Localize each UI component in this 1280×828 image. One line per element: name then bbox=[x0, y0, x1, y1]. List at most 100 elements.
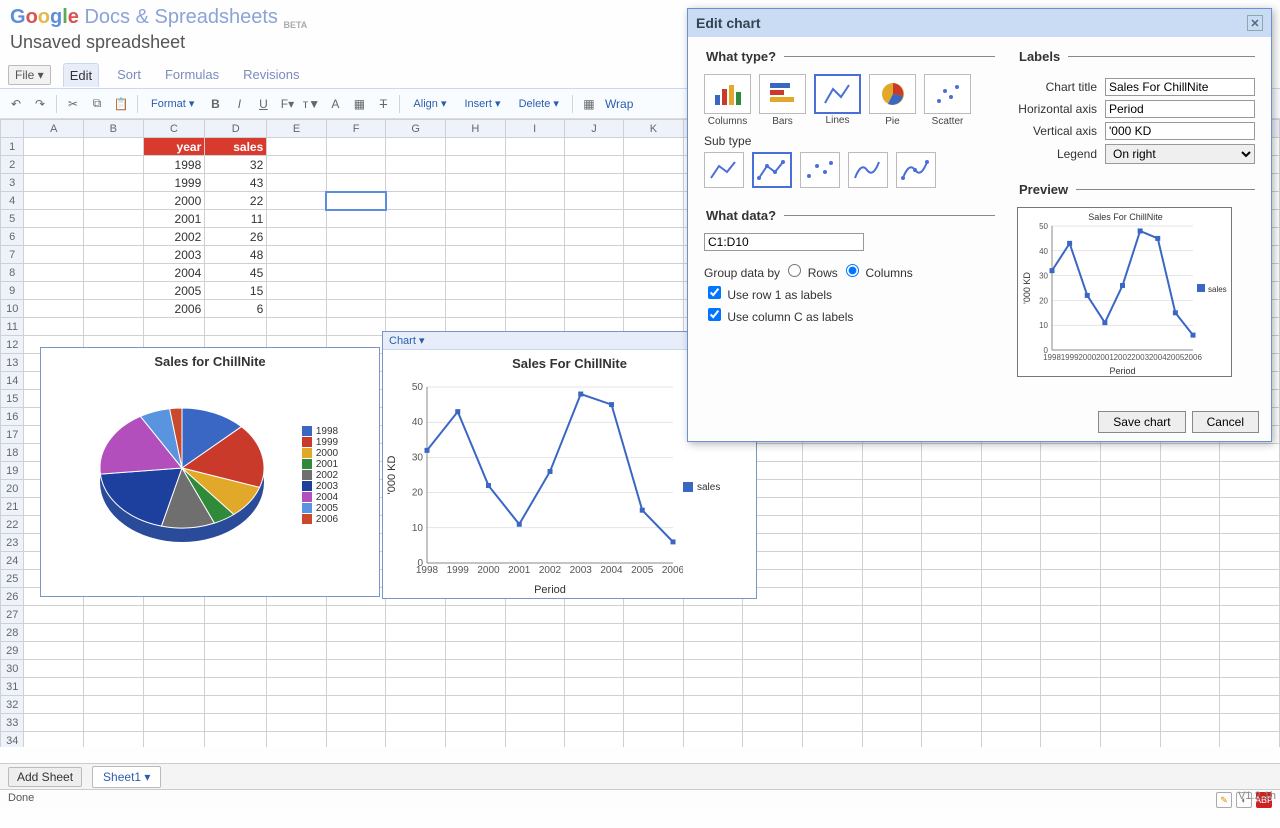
cell[interactable] bbox=[1101, 678, 1161, 696]
cell[interactable] bbox=[564, 228, 623, 246]
cell[interactable] bbox=[205, 660, 267, 678]
cell[interactable] bbox=[564, 642, 623, 660]
cell[interactable]: 2005 bbox=[143, 282, 205, 300]
cell[interactable] bbox=[981, 462, 1041, 480]
cell[interactable] bbox=[564, 678, 623, 696]
cell[interactable] bbox=[1101, 534, 1161, 552]
cell[interactable] bbox=[386, 624, 446, 642]
cell[interactable] bbox=[24, 696, 84, 714]
cell[interactable] bbox=[505, 264, 564, 282]
cell[interactable] bbox=[624, 678, 684, 696]
cell[interactable] bbox=[862, 444, 922, 462]
cell[interactable] bbox=[84, 714, 144, 732]
cell[interactable] bbox=[446, 300, 506, 318]
cell[interactable] bbox=[205, 714, 267, 732]
cell[interactable]: 45 bbox=[205, 264, 267, 282]
cell[interactable] bbox=[326, 732, 386, 748]
cell[interactable] bbox=[326, 696, 386, 714]
cell[interactable] bbox=[981, 444, 1041, 462]
cell[interactable] bbox=[564, 246, 623, 264]
cell[interactable] bbox=[624, 228, 684, 246]
cell[interactable] bbox=[564, 696, 623, 714]
fontsize-icon[interactable]: т▼ bbox=[303, 96, 319, 112]
cell[interactable] bbox=[143, 642, 205, 660]
cell[interactable] bbox=[981, 606, 1041, 624]
sheet-tab-1[interactable]: Sheet1 ▾ bbox=[92, 766, 161, 788]
cell[interactable] bbox=[802, 570, 862, 588]
cell[interactable] bbox=[564, 192, 623, 210]
cell[interactable] bbox=[624, 642, 684, 660]
cell[interactable] bbox=[24, 156, 84, 174]
cell[interactable] bbox=[862, 606, 922, 624]
copy-icon[interactable]: ⧉ bbox=[89, 96, 105, 112]
cell[interactable] bbox=[1101, 624, 1161, 642]
cell[interactable] bbox=[1220, 624, 1280, 642]
cell[interactable] bbox=[743, 678, 803, 696]
cell[interactable] bbox=[981, 570, 1041, 588]
cell[interactable] bbox=[84, 138, 144, 156]
cell[interactable] bbox=[84, 696, 144, 714]
cell[interactable] bbox=[624, 624, 684, 642]
cell[interactable] bbox=[326, 606, 386, 624]
cell[interactable] bbox=[84, 678, 144, 696]
cell[interactable] bbox=[624, 732, 684, 748]
cell[interactable] bbox=[205, 696, 267, 714]
cell[interactable] bbox=[802, 714, 862, 732]
cell[interactable] bbox=[446, 174, 506, 192]
cell[interactable]: 2000 bbox=[143, 192, 205, 210]
cell[interactable] bbox=[24, 732, 84, 748]
cell[interactable] bbox=[981, 534, 1041, 552]
cell[interactable] bbox=[24, 678, 84, 696]
cell[interactable] bbox=[267, 624, 327, 642]
cell[interactable] bbox=[24, 192, 84, 210]
cell[interactable] bbox=[743, 624, 803, 642]
cell[interactable] bbox=[386, 210, 446, 228]
cell[interactable] bbox=[84, 192, 144, 210]
wrap-toggle[interactable]: Wrap bbox=[605, 97, 633, 111]
cell[interactable] bbox=[564, 660, 623, 678]
cell[interactable] bbox=[1101, 588, 1161, 606]
cell[interactable] bbox=[386, 678, 446, 696]
cell[interactable] bbox=[326, 228, 386, 246]
cell[interactable] bbox=[205, 642, 267, 660]
cell[interactable] bbox=[1220, 588, 1280, 606]
cell[interactable] bbox=[505, 174, 564, 192]
cell[interactable] bbox=[981, 660, 1041, 678]
cell[interactable] bbox=[505, 714, 564, 732]
cell[interactable] bbox=[386, 138, 446, 156]
group-columns-radio[interactable] bbox=[846, 264, 859, 277]
cell[interactable] bbox=[24, 264, 84, 282]
cell[interactable] bbox=[1101, 714, 1161, 732]
cell[interactable] bbox=[564, 714, 623, 732]
cell[interactable] bbox=[386, 606, 446, 624]
cell[interactable]: 1998 bbox=[143, 156, 205, 174]
use-colc-checkbox[interactable] bbox=[708, 308, 721, 321]
cell[interactable] bbox=[624, 192, 684, 210]
cell[interactable] bbox=[267, 246, 327, 264]
cell[interactable] bbox=[326, 138, 386, 156]
cell[interactable] bbox=[267, 282, 327, 300]
cell[interactable] bbox=[84, 732, 144, 748]
cell[interactable] bbox=[1101, 606, 1161, 624]
fillcolor-icon[interactable]: ▦ bbox=[351, 96, 367, 112]
cell[interactable]: 2006 bbox=[143, 300, 205, 318]
add-sheet-button[interactable]: Add Sheet bbox=[8, 767, 82, 787]
cell[interactable] bbox=[624, 246, 684, 264]
cell[interactable] bbox=[1101, 642, 1161, 660]
cell[interactable] bbox=[267, 300, 327, 318]
cell[interactable] bbox=[862, 516, 922, 534]
cell[interactable] bbox=[205, 678, 267, 696]
redo-icon[interactable]: ↷ bbox=[32, 96, 48, 112]
cell[interactable] bbox=[624, 660, 684, 678]
cell[interactable] bbox=[386, 228, 446, 246]
cell[interactable] bbox=[802, 534, 862, 552]
cell[interactable] bbox=[1041, 444, 1101, 462]
revisions-menu[interactable]: Revisions bbox=[237, 63, 305, 86]
cell[interactable] bbox=[922, 624, 982, 642]
cell[interactable] bbox=[326, 210, 386, 228]
cell[interactable] bbox=[446, 138, 506, 156]
cell[interactable] bbox=[1101, 732, 1161, 748]
cell[interactable] bbox=[326, 678, 386, 696]
italic-icon[interactable]: I bbox=[231, 96, 247, 112]
cell[interactable] bbox=[1160, 642, 1220, 660]
